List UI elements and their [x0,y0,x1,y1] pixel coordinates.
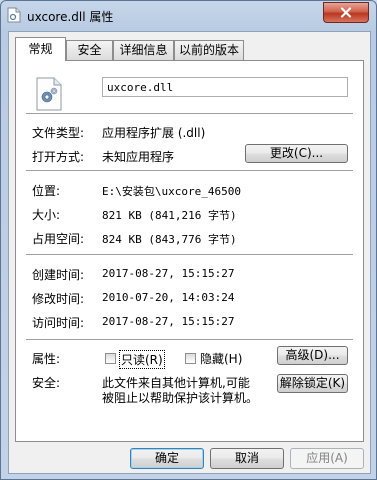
opens-with-label: 打开方式: [32,150,85,164]
accessed-label: 访问时间: [32,316,85,330]
modified-value: 2010-07-20, 14:03:24 [102,291,235,304]
security-label: 安全: [32,376,61,390]
file-type-value: 应用程序扩展 (.dll) [102,126,206,140]
tab-security[interactable]: 安全 [66,40,113,60]
security-text-line2: 被阻止以帮助保护该计算机。 [102,391,259,405]
hidden-label[interactable]: 隐藏(H) [200,350,242,367]
separator [26,339,353,340]
created-label: 创建时间: [32,268,85,282]
advanced-button[interactable]: 高级(D)... [277,346,348,365]
file-name-input[interactable] [102,77,348,97]
file-icon [7,7,21,23]
accessed-value: 2017-08-27, 15:15:27 [102,315,235,328]
separator [26,254,353,255]
apply-button[interactable]: 应用(A) [290,448,364,469]
tab-general[interactable]: 常规 [15,37,66,61]
properties-window: uxcore.dll 属性 常规 安全 详细信息 以前的版本 uxcore.dl… [0,0,377,480]
file-type-label: 文件类型: [32,126,85,140]
ok-button[interactable]: 确定 [130,448,204,469]
unblock-button[interactable]: 解除锁定(K) [277,374,348,393]
tab-previous-versions[interactable]: 以前的版本 [174,40,244,60]
modified-label: 修改时间: [32,292,85,306]
title-bar[interactable]: uxcore.dll 属性 [1,1,376,31]
readonly-label[interactable]: 只读(R) [119,350,165,369]
hidden-checkbox[interactable] [185,353,196,364]
close-icon [340,7,352,18]
separator [26,113,353,114]
location-label: 位置: [32,184,61,198]
size-on-disk-value: 824 KB (843,776 字节) [102,233,237,246]
readonly-checkbox[interactable] [105,353,116,364]
size-label: 大小: [32,208,61,222]
tab-details[interactable]: 详细信息 [113,40,174,60]
separator [26,170,353,171]
location-value: E:\安装包\uxcore_46500 [102,185,241,198]
opens-with-value: 未知应用程序 [102,150,175,164]
dialog-client: 常规 安全 详细信息 以前的版本 文件类型: 应用程序扩展 (.dll) [8,31,371,474]
dll-file-icon [36,77,62,111]
close-button[interactable] [323,2,369,23]
created-value: 2017-08-27, 15:15:27 [102,267,235,280]
cancel-button[interactable]: 取消 [210,448,284,469]
size-on-disk-label: 占用空间: [32,232,85,246]
window-title: uxcore.dll 属性 [27,10,114,24]
attributes-label: 属性: [32,352,61,366]
change-button[interactable]: 更改(C)... [245,144,348,163]
size-value: 821 KB (841,216 字节) [102,209,237,222]
general-panel: 文件类型: 应用程序扩展 (.dll) 打开方式: 未知应用程序 更改(C)..… [15,60,364,442]
